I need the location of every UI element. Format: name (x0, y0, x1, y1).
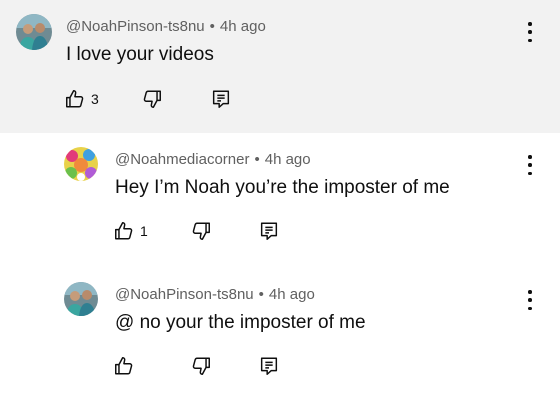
dislike-icon (141, 88, 163, 110)
like-icon (113, 355, 135, 377)
reply-button[interactable] (258, 355, 280, 377)
like-button[interactable]: 1 (113, 220, 148, 242)
separator: • (209, 18, 215, 35)
reply-button[interactable] (258, 220, 280, 242)
reply-icon (258, 220, 280, 242)
comment-meta: @NoahPinson-ts8nu • 4h ago (66, 18, 266, 35)
separator: • (258, 286, 264, 303)
avatar[interactable] (16, 14, 52, 50)
like-button[interactable]: 3 (64, 88, 99, 110)
reply-comment: @Noahmediacorner • 4h ago Hey I’m Noah you… (0, 133, 560, 268)
dislike-icon (190, 220, 212, 242)
comment-text: I love your videos (66, 44, 214, 65)
comment-text: @ no your the imposter of me (115, 312, 366, 333)
avatar-image (16, 14, 52, 50)
comment-meta: @NoahPinson-ts8nu • 4h ago (115, 286, 315, 303)
dislike-button[interactable] (141, 88, 163, 110)
avatar-image (64, 147, 98, 181)
reply-icon (210, 88, 232, 110)
reply-button[interactable] (210, 88, 232, 110)
timestamp[interactable]: 4h ago (265, 151, 311, 168)
like-icon (113, 220, 135, 242)
avatar[interactable] (64, 147, 98, 181)
timestamp[interactable]: 4h ago (269, 286, 315, 303)
timestamp[interactable]: 4h ago (220, 18, 266, 35)
like-icon (64, 88, 86, 110)
dislike-button[interactable] (190, 220, 212, 242)
like-count: 1 (140, 223, 148, 239)
more-vert-icon[interactable] (526, 22, 534, 42)
author-name[interactable]: @NoahPinson-ts8nu (115, 286, 254, 303)
more-vert-icon[interactable] (526, 290, 534, 310)
dislike-button[interactable] (190, 355, 212, 377)
author-name[interactable]: @Noahmediacorner (115, 151, 249, 168)
avatar[interactable] (64, 282, 98, 316)
dislike-icon (190, 355, 212, 377)
reply-comment: @NoahPinson-ts8nu • 4h ago @ no your the i… (0, 268, 560, 410)
author-name[interactable]: @NoahPinson-ts8nu (66, 18, 205, 35)
comment-thread-top: @NoahPinson-ts8nu • 4h ago I love your vid… (0, 0, 560, 133)
more-vert-icon[interactable] (526, 155, 534, 175)
avatar-image (64, 282, 98, 316)
like-button[interactable] (113, 355, 140, 377)
comment-meta: @Noahmediacorner • 4h ago (115, 151, 311, 168)
comment-text: Hey I’m Noah you’re the imposter of me (115, 177, 450, 198)
reply-icon (258, 355, 280, 377)
like-count: 3 (91, 91, 99, 107)
separator: • (254, 151, 260, 168)
